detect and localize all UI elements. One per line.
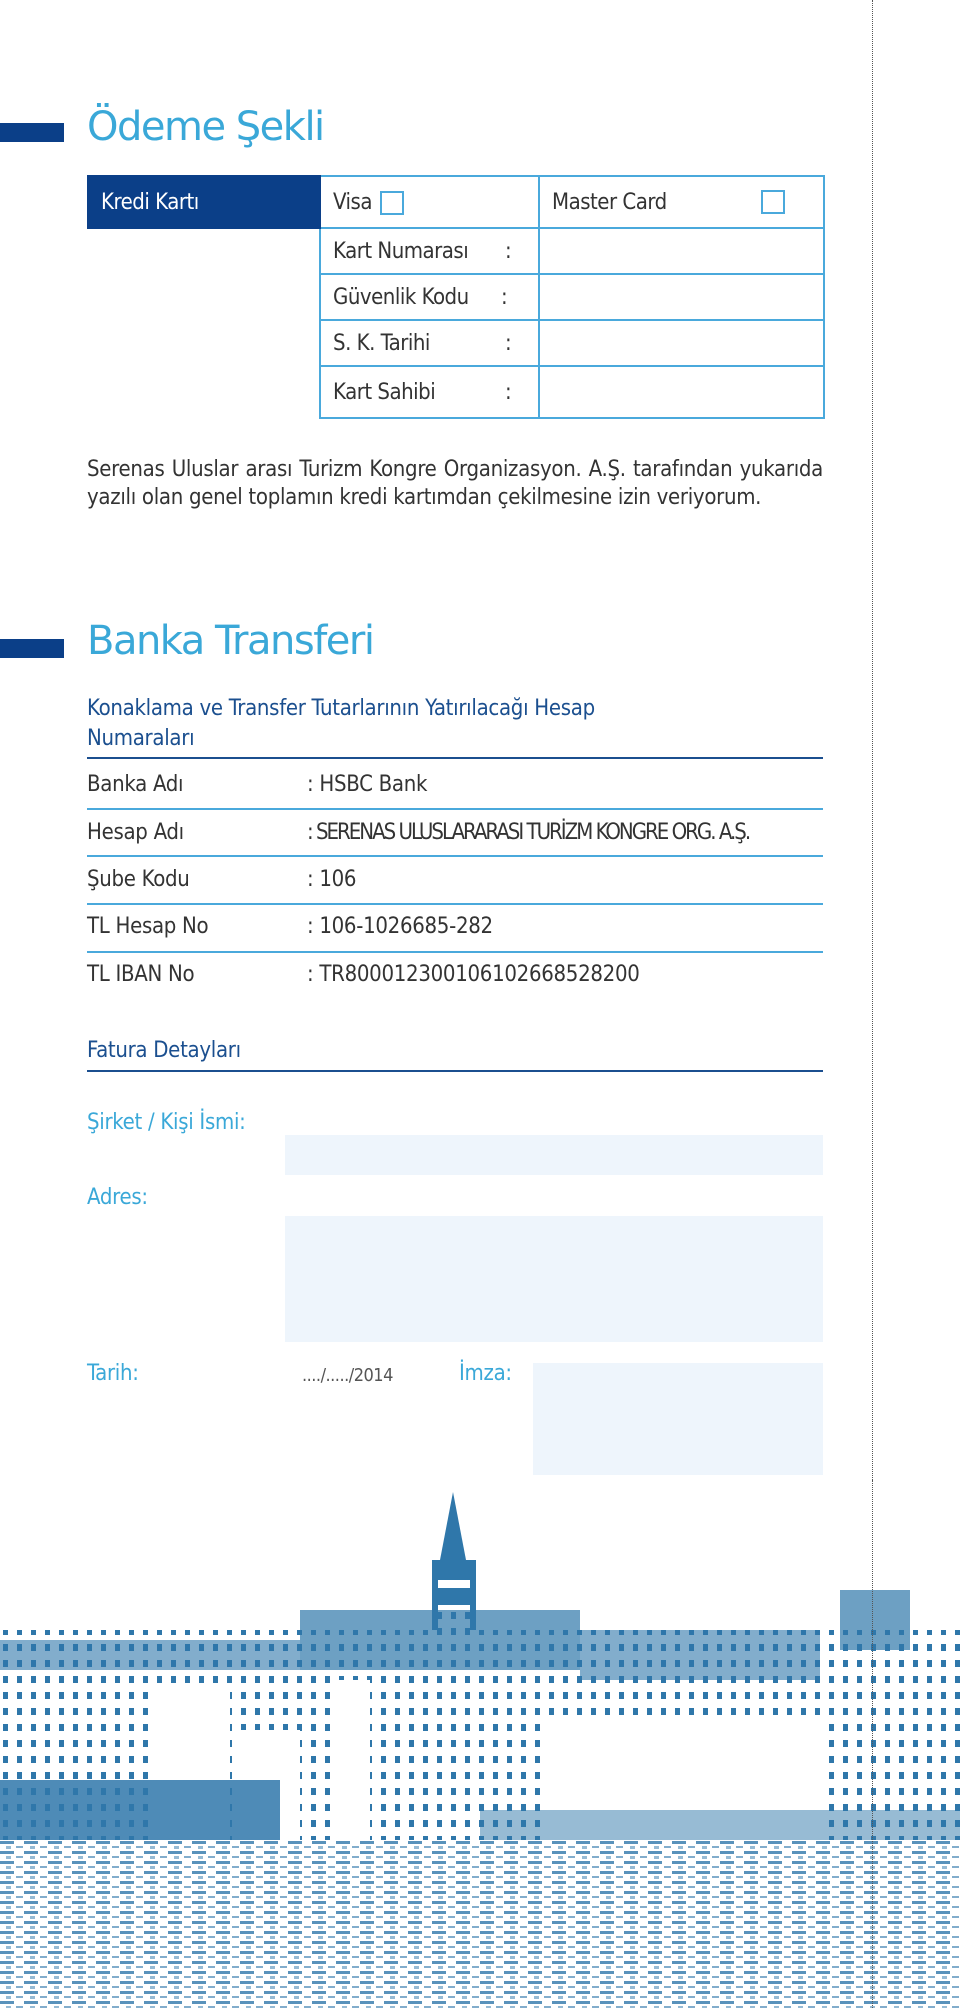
address-label: Adres: xyxy=(87,1185,148,1210)
date-field[interactable]: ..../...../2014 xyxy=(302,1365,393,1386)
section-marker xyxy=(0,639,64,658)
security-code-field[interactable] xyxy=(538,273,825,321)
mastercard-label: Master Card xyxy=(552,189,667,215)
bank-subtitle: Konaklama ve Transfer Tutarlarının Yatır… xyxy=(87,696,595,751)
buildings xyxy=(0,1590,960,1840)
visa-option[interactable]: Visa xyxy=(319,175,540,229)
expiry-date-label: S. K. Tarihi: xyxy=(319,319,540,367)
authorization-text: Serenas Uluslar arası Turizm Kongre Orga… xyxy=(87,457,823,510)
card-holder-label: Kart Sahibi: xyxy=(319,365,540,419)
expiry-date-field[interactable] xyxy=(538,319,825,367)
card-holder-field[interactable] xyxy=(538,365,825,419)
credit-card-table: Kredi Kartı Visa Master Card Kart Numara… xyxy=(87,175,825,419)
istanbul-skyline-illustration xyxy=(0,1492,960,2008)
credit-card-header: Kredi Kartı xyxy=(87,175,321,229)
divider xyxy=(87,757,823,759)
signature-label: İmza: xyxy=(459,1361,512,1386)
water xyxy=(0,1840,960,2008)
divider xyxy=(87,808,823,810)
card-number-field[interactable] xyxy=(538,227,825,275)
invoice-title: Fatura Detayları xyxy=(87,1038,241,1063)
divider xyxy=(87,951,823,953)
company-field[interactable] xyxy=(285,1135,823,1175)
mastercard-option[interactable]: Master Card xyxy=(538,175,825,229)
section-marker xyxy=(0,123,64,142)
security-code-label: Güvenlik Kodu: xyxy=(319,273,540,321)
address-field[interactable] xyxy=(285,1216,823,1342)
fold-line xyxy=(872,1480,873,2008)
divider xyxy=(87,903,823,905)
signature-field[interactable] xyxy=(533,1363,823,1475)
visa-label: Visa xyxy=(333,189,373,215)
divider xyxy=(87,1070,823,1072)
visa-checkbox[interactable] xyxy=(380,190,404,215)
company-label: Şirket / Kişi İsmi: xyxy=(87,1110,246,1135)
mastercard-checkbox[interactable] xyxy=(761,190,785,214)
bank-title: Banka Transferi xyxy=(87,618,375,664)
payment-title: Ödeme Şekli xyxy=(87,104,325,150)
divider xyxy=(87,855,823,857)
date-label: Tarih: xyxy=(87,1361,139,1386)
card-number-label: Kart Numarası: xyxy=(319,227,540,275)
